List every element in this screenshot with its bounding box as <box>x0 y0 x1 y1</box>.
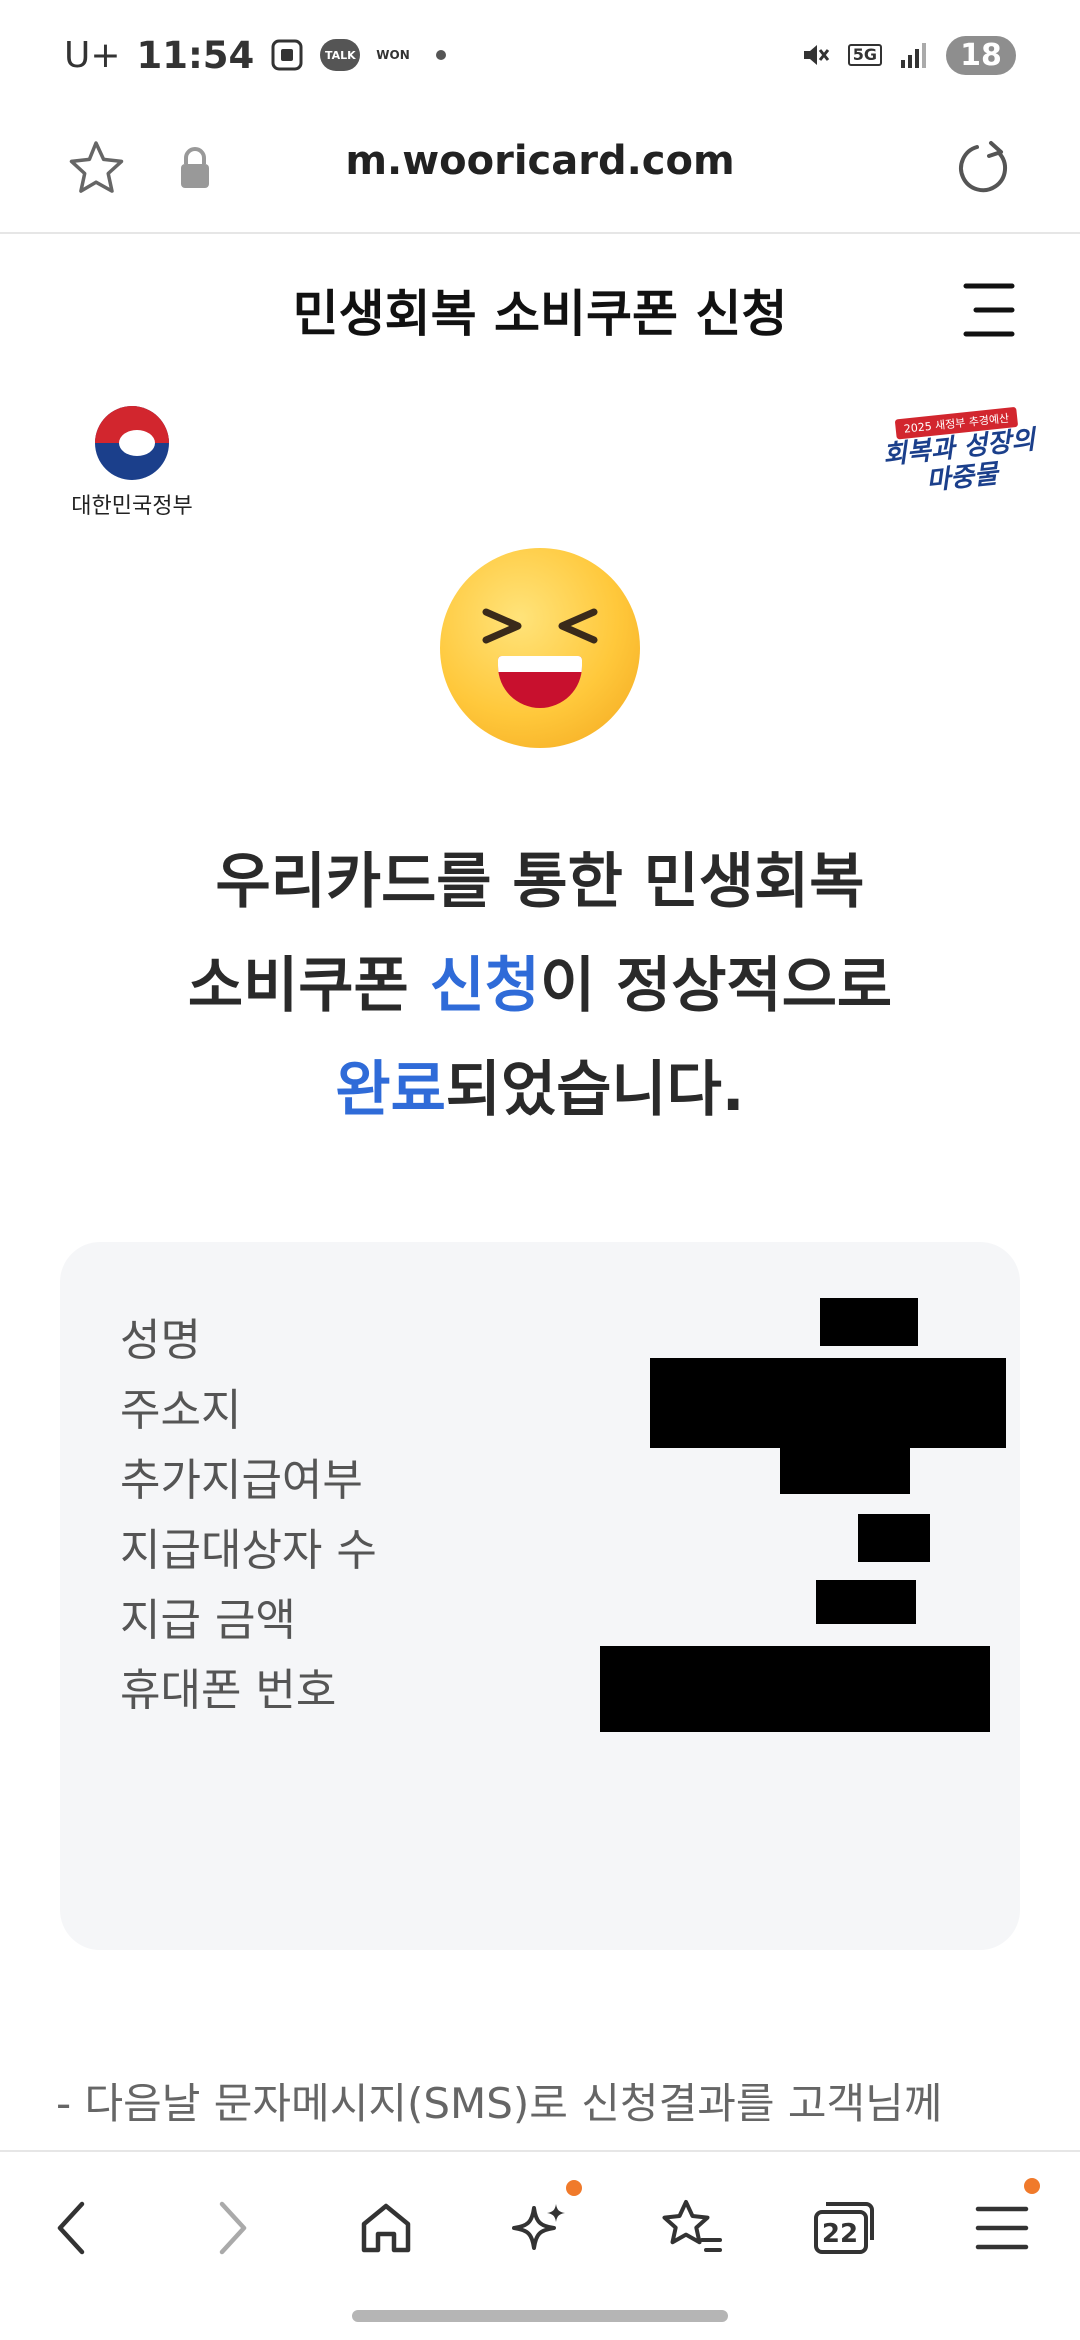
reload-icon[interactable] <box>952 136 1016 200</box>
accent-apply: 신청 <box>429 951 540 1021</box>
battery-level: 18 <box>946 35 1016 75</box>
mute-icon <box>800 40 830 70</box>
network-type: 5G <box>847 44 882 66</box>
info-label-extra-payment: 추가지급여부 <box>120 1455 363 1506</box>
campaign-logo: 2025 새정부 추경예산 회복과 성장의 마중물 <box>876 404 1045 510</box>
message-line-3: 완료되었습니다. <box>335 1055 745 1125</box>
government-label: 대한민국정부 <box>71 494 193 519</box>
info-label-address: 주소지 <box>120 1385 242 1436</box>
redacted-address <box>650 1358 1006 1448</box>
page-header: 민생회복 소비쿠폰 신청 <box>0 234 1080 384</box>
ai-badge-dot <box>566 2180 582 2196</box>
tab-count: 22 <box>821 2219 859 2249</box>
status-right: 5G 18 <box>800 35 1016 75</box>
status-left: U+ 11:54 TALK WON <box>64 34 446 77</box>
info-label-phone: 휴대폰 번호 <box>120 1665 337 1716</box>
status-bar: U+ 11:54 TALK WON 5G 18 <box>0 0 1080 110</box>
status-time: 11:54 <box>136 33 255 77</box>
talk-icon: TALK <box>320 39 361 71</box>
redacted-recipient-count <box>858 1514 930 1562</box>
bookmarks-icon[interactable] <box>656 2192 728 2264</box>
sms-notice: - 다음날 문자메시지(SMS)로 신청결과를 고객님께 <box>56 2079 943 2128</box>
application-info-card: 성명 주소지 추가지급여부 지급대상자 수 지급 금액 휴대폰 번호 <box>60 1242 1020 1950</box>
won-icon: WON <box>376 48 410 62</box>
message-line-2: 소비쿠폰 신청이 정상적으로 <box>187 951 893 1021</box>
ai-sparkle-icon[interactable] <box>504 2180 582 2264</box>
info-label-recipient-count: 지급대상자 수 <box>120 1525 377 1576</box>
carrier-label: U+ <box>64 34 121 76</box>
redacted-extra-payment <box>780 1438 910 1494</box>
signal-icon <box>900 42 928 68</box>
redacted-phone <box>600 1646 990 1732</box>
menu-badge-dot <box>1024 2178 1040 2194</box>
back-icon[interactable] <box>36 2192 108 2264</box>
address-bar: m.wooricard.com <box>0 110 1080 234</box>
page-title: 민생회복 소비쿠폰 신청 <box>292 285 788 343</box>
home-indicator[interactable] <box>352 2310 728 2322</box>
hamburger-menu-icon[interactable] <box>962 280 1016 340</box>
accent-complete: 완료 <box>335 1055 446 1125</box>
completion-message: 우리카드를 통한 민생회복 소비쿠폰 신청이 정상적으로 완료되었습니다. <box>60 830 1020 1142</box>
redacted-name <box>820 1298 918 1346</box>
info-label-amount: 지급 금액 <box>120 1595 296 1646</box>
taegeuk-icon <box>95 406 169 480</box>
info-label-name: 성명 <box>120 1315 201 1366</box>
government-logo: 대한민국정부 <box>62 406 202 526</box>
message-line-1: 우리카드를 통한 민생회복 <box>215 847 865 917</box>
laughing-emoji-icon <box>440 548 640 748</box>
forward-icon[interactable] <box>196 2192 268 2264</box>
redacted-amount <box>816 1580 916 1624</box>
notification-dot <box>435 50 446 60</box>
url-text[interactable]: m.wooricard.com <box>0 138 1080 184</box>
tabs-icon[interactable]: 22 <box>808 2192 880 2264</box>
home-icon[interactable] <box>350 2192 422 2264</box>
menu-icon[interactable] <box>966 2178 1040 2264</box>
screenshot-icon <box>270 38 304 72</box>
